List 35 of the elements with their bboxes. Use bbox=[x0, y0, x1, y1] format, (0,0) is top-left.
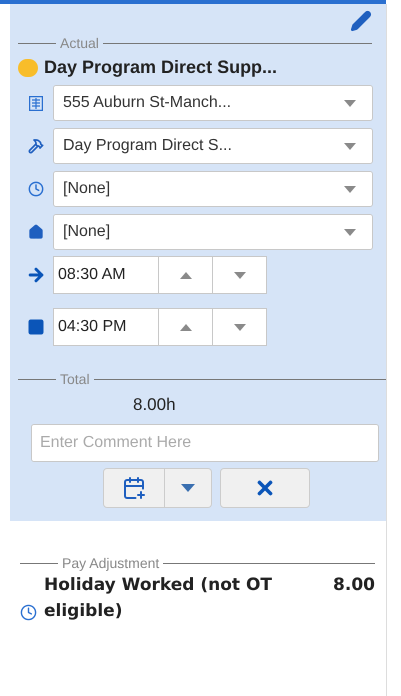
caret-icon bbox=[181, 484, 195, 492]
caret-icon bbox=[344, 186, 356, 192]
time-field[interactable]: 04:30 PM bbox=[53, 308, 159, 346]
pay-adjustment-amount: 8.00 bbox=[333, 574, 375, 597]
pay-adjustment-name: Holiday Worked (not OT eligible) bbox=[44, 574, 273, 623]
caret-icon bbox=[344, 228, 356, 236]
dropdown[interactable]: Day Program Direct S... bbox=[53, 128, 373, 164]
hammer-icon bbox=[28, 138, 44, 154]
edit-icon[interactable] bbox=[350, 10, 372, 32]
time-field[interactable]: 08:30 AM bbox=[53, 256, 159, 294]
comment-field[interactable]: Enter Comment Here bbox=[31, 424, 379, 462]
up-caret-icon bbox=[180, 272, 192, 278]
caret-icon bbox=[234, 272, 246, 278]
total-legend: Total bbox=[60, 372, 90, 386]
square-icon bbox=[26, 318, 44, 336]
actual-legend: Actual bbox=[60, 36, 99, 50]
home-icon bbox=[28, 224, 44, 240]
caret-icon bbox=[234, 324, 246, 330]
arrow-right-icon bbox=[26, 265, 46, 285]
dropdown-button[interactable] bbox=[165, 468, 212, 508]
clock-icon bbox=[20, 604, 37, 621]
add-to-calendar-button[interactable] bbox=[103, 468, 165, 508]
caret-icon bbox=[344, 142, 356, 150]
dropdown[interactable]: [None] bbox=[53, 171, 373, 207]
total-hours: 8.00h bbox=[133, 394, 176, 416]
calendar-add-icon bbox=[122, 476, 146, 500]
dropdown[interactable]: 555 Auburn St-Manch... bbox=[53, 85, 373, 121]
clock-icon bbox=[28, 181, 44, 197]
up-caret-icon bbox=[180, 324, 192, 330]
dropdown[interactable]: [None] bbox=[53, 214, 373, 250]
delete-button[interactable] bbox=[220, 468, 310, 508]
grid-list-icon bbox=[28, 96, 42, 110]
pay-adjustment-legend: Pay Adjustment bbox=[62, 556, 160, 570]
caret-icon bbox=[344, 100, 356, 106]
job-title: Day Program Direct Supp... bbox=[44, 56, 278, 79]
